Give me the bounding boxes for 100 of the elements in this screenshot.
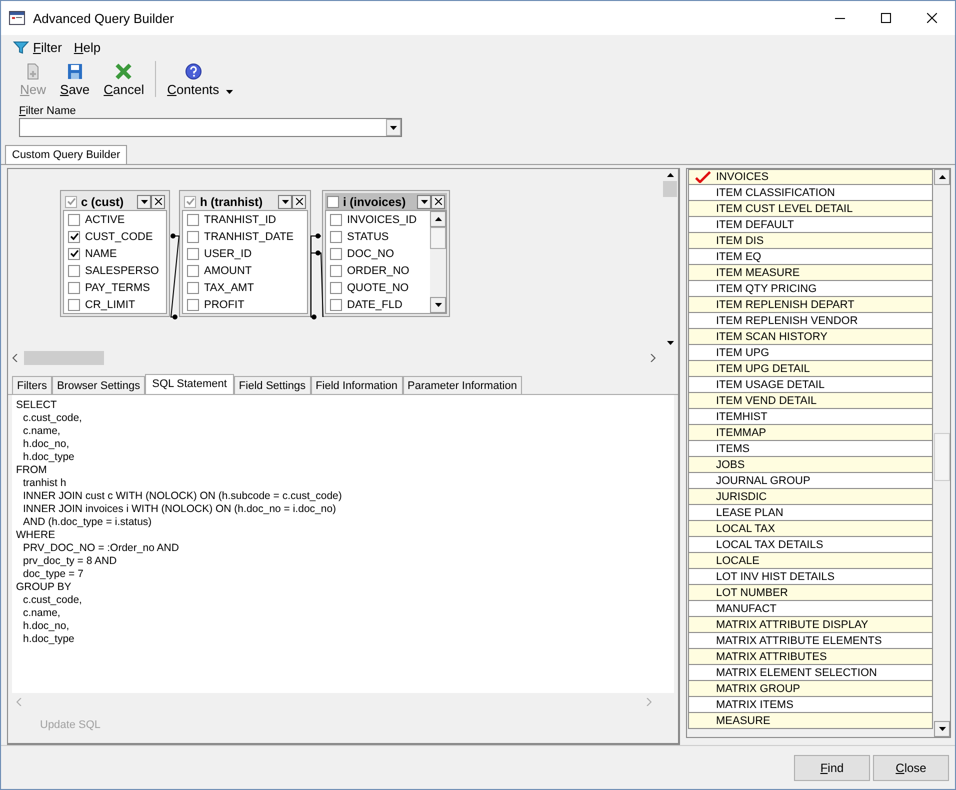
- table-name[interactable]: MEASURE: [716, 714, 770, 726]
- tab[interactable]: Browser Settings: [52, 376, 146, 394]
- dropdown-button[interactable]: [417, 194, 431, 208]
- cancel-button[interactable]: Cancel: [96, 63, 152, 97]
- chevron-right-icon[interactable]: [650, 354, 656, 362]
- table-node[interactable]: i (invoices) INVOICES_ID STATUS DOC_NO ORDER_NO QUOTE_NO DATE_FLD: [322, 190, 450, 317]
- checkbox[interactable]: [65, 196, 77, 208]
- checkbox[interactable]: [187, 248, 199, 260]
- table-name[interactable]: ITEM DIS: [716, 234, 764, 246]
- table-title: h (tranhist): [200, 194, 263, 208]
- caret-down-icon: [666, 341, 674, 345]
- close-button[interactable]: [292, 194, 306, 208]
- dropdown-arrow-icon[interactable]: [226, 90, 234, 94]
- code-line: h.doc_type: [22, 633, 76, 646]
- scroll-down-button[interactable]: [430, 297, 446, 313]
- close-dialog-button[interactable]: Close: [873, 754, 949, 780]
- checkbox[interactable]: [68, 282, 80, 294]
- code-line: doc_type = 7: [22, 568, 84, 581]
- table-name[interactable]: ITEM EQ: [716, 250, 762, 262]
- checkbox[interactable]: [68, 230, 80, 242]
- table-name[interactable]: ITEM UPG: [716, 346, 770, 358]
- scroll-thumb[interactable]: [24, 350, 104, 364]
- table-name[interactable]: JURISDIC: [716, 490, 767, 502]
- document-icon: [25, 63, 41, 80]
- checkbox[interactable]: [184, 196, 196, 208]
- menu-item[interactable]: Filter: [13, 39, 62, 55]
- contents-button[interactable]: Contents: [160, 63, 226, 97]
- close-button[interactable]: [151, 194, 165, 208]
- checkbox[interactable]: [327, 196, 339, 208]
- table-name[interactable]: LOCALE: [716, 554, 760, 566]
- tab[interactable]: SQL Statement: [145, 374, 234, 394]
- sql-editor[interactable]: [12, 395, 674, 693]
- table-name[interactable]: ITEMHIST: [716, 410, 768, 422]
- table-name[interactable]: ITEMMAP: [716, 426, 766, 438]
- code-line: INNER JOIN cust c WITH (NOLOCK) ON (h.subcode = c.cust_code): [22, 490, 343, 503]
- code-line: h.doc_type: [22, 451, 76, 464]
- scroll-up-button[interactable]: [934, 169, 950, 185]
- code-line: c.name,: [22, 425, 62, 438]
- scroll-thumb[interactable]: [430, 227, 446, 249]
- checkbox[interactable]: [330, 282, 342, 294]
- code-line: WHERE: [16, 529, 56, 542]
- checkbox[interactable]: [330, 264, 342, 276]
- checkbox[interactable]: [187, 298, 199, 310]
- tab[interactable]: Parameter Information: [402, 376, 522, 394]
- table-name[interactable]: INVOICES: [716, 171, 769, 183]
- dropdown-button[interactable]: [386, 119, 401, 136]
- checkbox[interactable]: [330, 214, 342, 226]
- table-name[interactable]: LOCAL TAX: [716, 522, 776, 534]
- checkbox[interactable]: [187, 214, 199, 226]
- scroll-thumb[interactable]: [663, 181, 677, 197]
- field-name: TAX_AMT: [204, 282, 254, 294]
- checkbox[interactable]: [187, 264, 199, 276]
- checkbox[interactable]: [68, 298, 80, 310]
- chevron-left-icon[interactable]: [12, 354, 18, 362]
- save-button[interactable]: Save: [53, 63, 97, 97]
- caret-down-icon: [420, 200, 428, 204]
- checkbox[interactable]: [68, 264, 80, 276]
- field-name: PROFIT: [204, 298, 244, 310]
- code-line: tranhist h: [22, 477, 68, 490]
- tab[interactable]: Filters: [12, 376, 52, 394]
- field-name: CR_LIMIT: [85, 298, 136, 310]
- scroll-down-button[interactable]: [934, 721, 950, 737]
- tab[interactable]: Field Settings: [234, 376, 311, 394]
- dropdown-button[interactable]: [137, 194, 151, 208]
- code-line: SELECT: [16, 399, 58, 412]
- tab[interactable]: Field Information: [310, 376, 403, 394]
- close-icon: [296, 198, 302, 205]
- scroll-thumb[interactable]: [934, 433, 950, 481]
- table-node[interactable]: c (cust) ACTIVE CUST_CODE NAME SALESPERSO PAY_TERMS CR_LIMIT: [60, 190, 170, 317]
- checkbox[interactable]: [330, 248, 342, 260]
- field-name: DATE_FLD: [347, 298, 402, 310]
- code-line: prv_doc_ty = 8 AND: [22, 555, 118, 568]
- dropdown-button[interactable]: [278, 194, 292, 208]
- checkbox[interactable]: [330, 298, 342, 310]
- filter-name-combobox[interactable]: [19, 118, 402, 137]
- code-line: FROM: [16, 464, 48, 477]
- checkbox[interactable]: [68, 214, 80, 226]
- find-button[interactable]: Find: [794, 754, 870, 780]
- checkbox[interactable]: [187, 282, 199, 294]
- table-name[interactable]: JOBS: [716, 458, 745, 470]
- table-name[interactable]: ITEMS: [716, 442, 750, 454]
- checkbox[interactable]: [187, 230, 199, 242]
- table-node[interactable]: h (tranhist) TRANHIST_ID TRANHIST_DATE USER_ID AMOUNT TAX_AMT PROFIT: [179, 190, 311, 317]
- window-title: Advanced Query Builder: [33, 10, 174, 26]
- cross-icon: [115, 63, 132, 80]
- scrollbar[interactable]: [430, 211, 446, 313]
- menu-item[interactable]: Help: [74, 40, 101, 54]
- code-line: c.name,: [22, 607, 62, 620]
- checkbox[interactable]: [68, 248, 80, 260]
- close-icon: [154, 198, 162, 205]
- checkbox[interactable]: [330, 230, 342, 242]
- scroll-up-button[interactable]: [430, 211, 446, 227]
- table-name[interactable]: MANUFACT: [716, 602, 776, 614]
- field-name: AMOUNT: [204, 264, 252, 276]
- code-line: PRV_DOC_NO = :Order_no AND: [22, 542, 180, 555]
- caret-down-icon: [434, 303, 442, 307]
- tab[interactable]: Custom Query Builder: [5, 145, 128, 164]
- caret-up-icon: [666, 173, 674, 177]
- close-button[interactable]: [431, 194, 445, 208]
- field-name: TRANHIST_DATE: [204, 230, 294, 242]
